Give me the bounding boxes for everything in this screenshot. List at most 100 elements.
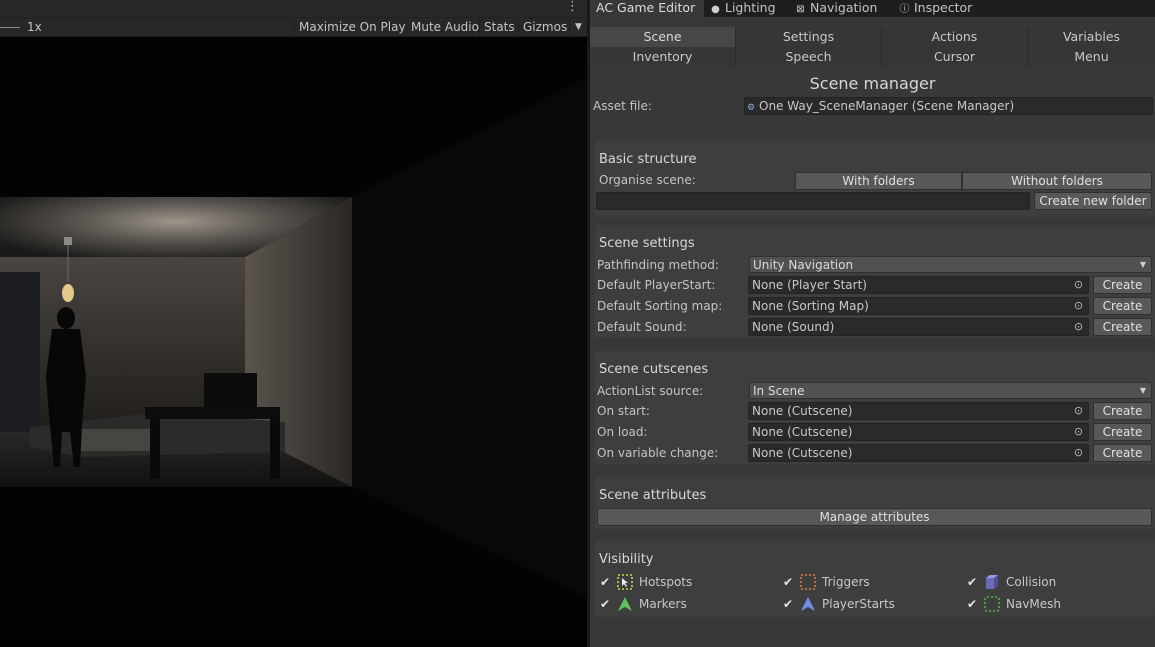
- manage-attributes-button[interactable]: Manage attributes: [597, 508, 1152, 526]
- create-on-load-button[interactable]: Create: [1093, 423, 1152, 441]
- tab-label: Inspector: [914, 0, 973, 15]
- tab-bar: AC Game Editor ● Lighting ⊠ Navigation ⓘ In…: [590, 0, 1155, 17]
- nav-actions[interactable]: Actions: [882, 27, 1028, 47]
- field-value: None (Sorting Map): [752, 299, 869, 313]
- visibility-label: Collision: [1006, 575, 1057, 589]
- nav-speech[interactable]: Speech: [736, 47, 882, 67]
- create-on-start-button[interactable]: Create: [1093, 402, 1152, 420]
- create-new-folder-button[interactable]: Create new folder: [1034, 192, 1152, 210]
- create-playerstart-button[interactable]: Create: [1093, 276, 1152, 294]
- visibility-label: PlayerStarts: [822, 597, 895, 611]
- nav-menu[interactable]: Menu: [1028, 47, 1155, 67]
- on-load-field[interactable]: None (Cutscene) ⊙: [748, 423, 1089, 441]
- scene-manager-icon: ⚙: [747, 103, 756, 113]
- scene-cutscenes-section: Scene cutscenes ActionList source: In Sc…: [595, 351, 1155, 464]
- scene-settings-section: Scene settings Pathfinding method: Unity…: [595, 225, 1155, 338]
- visibility-navmesh[interactable]: ✔ NavMesh: [965, 596, 1115, 614]
- default-playerstart-field[interactable]: None (Player Start) ⊙: [748, 276, 1089, 294]
- field-value: None (Cutscene): [752, 404, 853, 418]
- checkbox-checked-icon[interactable]: ✔: [965, 575, 979, 589]
- visibility-label: NavMesh: [1006, 597, 1062, 611]
- field-value: None (Cutscene): [752, 425, 853, 439]
- visibility-triggers[interactable]: ✔ Triggers: [781, 574, 931, 592]
- section-header: Scene settings: [599, 236, 695, 251]
- visibility-section: Visibility ✔ Hotspots ✔ Triggers ✔ Colli…: [595, 541, 1155, 617]
- scale-readout: 1x: [27, 20, 42, 34]
- game-toolbar: ⋮ 1x Maximize On Play Mute Audio Stats G…: [0, 0, 587, 37]
- pathfinding-dropdown[interactable]: Unity Navigation ▼: [749, 256, 1152, 273]
- pathfinding-value: Unity Navigation: [753, 258, 854, 272]
- visibility-playerstarts[interactable]: ✔ PlayerStarts: [781, 596, 931, 614]
- object-picker-icon[interactable]: ⊙: [1069, 319, 1088, 335]
- lightbulb-icon: ●: [711, 4, 720, 15]
- object-picker-icon[interactable]: ⊙: [1069, 445, 1088, 461]
- playerstart-icon: [801, 597, 815, 611]
- checkbox-checked-icon[interactable]: ✔: [781, 597, 795, 611]
- with-folders-button[interactable]: With folders: [795, 172, 962, 190]
- checkbox-checked-icon[interactable]: ✔: [781, 575, 795, 589]
- checkbox-checked-icon[interactable]: ✔: [598, 597, 612, 611]
- without-folders-button[interactable]: Without folders: [962, 172, 1152, 190]
- default-sound-label: Default Sound:: [597, 320, 687, 334]
- actionlist-source-dropdown[interactable]: In Scene ▼: [749, 382, 1152, 399]
- tab-ac-game-editor[interactable]: AC Game Editor: [590, 0, 704, 17]
- field-value: None (Player Start): [752, 278, 867, 292]
- visibility-collision[interactable]: ✔ Collision: [965, 574, 1115, 592]
- visibility-markers[interactable]: ✔ Markers: [598, 596, 748, 614]
- asset-file-value: One Way_SceneManager (Scene Manager): [759, 99, 1015, 113]
- maximize-on-play-button[interactable]: Maximize On Play: [294, 19, 410, 37]
- create-on-variable-change-button[interactable]: Create: [1093, 444, 1152, 462]
- checkbox-checked-icon[interactable]: ✔: [965, 597, 979, 611]
- default-sound-field[interactable]: None (Sound) ⊙: [748, 318, 1089, 336]
- tab-inspector[interactable]: ⓘ Inspector: [893, 0, 978, 17]
- on-variable-change-label: On variable change:: [597, 446, 719, 460]
- gizmos-button[interactable]: Gizmos: [518, 19, 571, 37]
- trigger-icon: [800, 574, 816, 590]
- collision-icon: [986, 575, 998, 589]
- create-sound-button[interactable]: Create: [1093, 318, 1152, 336]
- game-render[interactable]: [0, 37, 587, 647]
- section-header: Scene attributes: [599, 488, 707, 503]
- asset-file-field[interactable]: ⚙ One Way_SceneManager (Scene Manager): [744, 97, 1153, 115]
- nav-inventory[interactable]: Inventory: [590, 47, 736, 67]
- gizmos-dropdown-icon[interactable]: ▼: [569, 19, 587, 37]
- checkbox-checked-icon[interactable]: ✔: [598, 575, 612, 589]
- tab-navigation[interactable]: ⊠ Navigation: [789, 0, 883, 17]
- object-picker-icon[interactable]: ⊙: [1069, 424, 1088, 440]
- new-folder-name-input[interactable]: [596, 192, 1030, 210]
- nav-scene[interactable]: Scene: [590, 27, 736, 47]
- create-sorting-map-button[interactable]: Create: [1093, 297, 1152, 315]
- object-picker-icon[interactable]: ⊙: [1069, 403, 1088, 419]
- actionlist-source-value: In Scene: [753, 384, 805, 398]
- asset-file-label: Asset file:: [593, 99, 652, 113]
- on-start-label: On start:: [597, 404, 650, 418]
- scale-slider[interactable]: [0, 27, 20, 28]
- on-variable-change-field[interactable]: None (Cutscene) ⊙: [748, 444, 1089, 462]
- nav-variables[interactable]: Variables: [1028, 27, 1155, 47]
- visibility-label: Hotspots: [639, 575, 693, 589]
- tab-label: Navigation: [810, 0, 878, 15]
- organise-scene-label: Organise scene:: [599, 173, 696, 187]
- visibility-label: Triggers: [822, 575, 870, 589]
- nav-cursor[interactable]: Cursor: [882, 47, 1028, 67]
- visibility-label: Markers: [639, 597, 687, 611]
- tab-lighting[interactable]: ● Lighting: [704, 0, 782, 17]
- chevron-down-icon: ▼: [1139, 260, 1146, 269]
- default-sorting-map-field[interactable]: None (Sorting Map) ⊙: [748, 297, 1089, 315]
- navigation-icon: ⊠: [796, 4, 805, 15]
- basic-structure-section: Basic structure Organise scene: With fol…: [595, 141, 1155, 217]
- actionlist-source-label: ActionList source:: [597, 384, 704, 398]
- navmesh-icon: [984, 596, 1000, 612]
- stats-button[interactable]: Stats: [479, 19, 519, 37]
- object-picker-icon[interactable]: ⊙: [1069, 298, 1088, 314]
- game-view: ⋮ 1x Maximize On Play Mute Audio Stats G…: [0, 0, 587, 647]
- object-picker-icon[interactable]: ⊙: [1069, 277, 1088, 293]
- visibility-hotspots[interactable]: ✔ Hotspots: [598, 574, 748, 592]
- mute-audio-button[interactable]: Mute Audio: [406, 19, 483, 37]
- on-start-field[interactable]: None (Cutscene) ⊙: [748, 402, 1089, 420]
- on-load-label: On load:: [597, 425, 648, 439]
- nav-settings[interactable]: Settings: [736, 27, 882, 47]
- field-value: None (Sound): [752, 320, 835, 334]
- scene-attributes-section: Scene attributes Manage attributes: [595, 477, 1155, 529]
- more-options-icon[interactable]: ⋮: [566, 0, 579, 14]
